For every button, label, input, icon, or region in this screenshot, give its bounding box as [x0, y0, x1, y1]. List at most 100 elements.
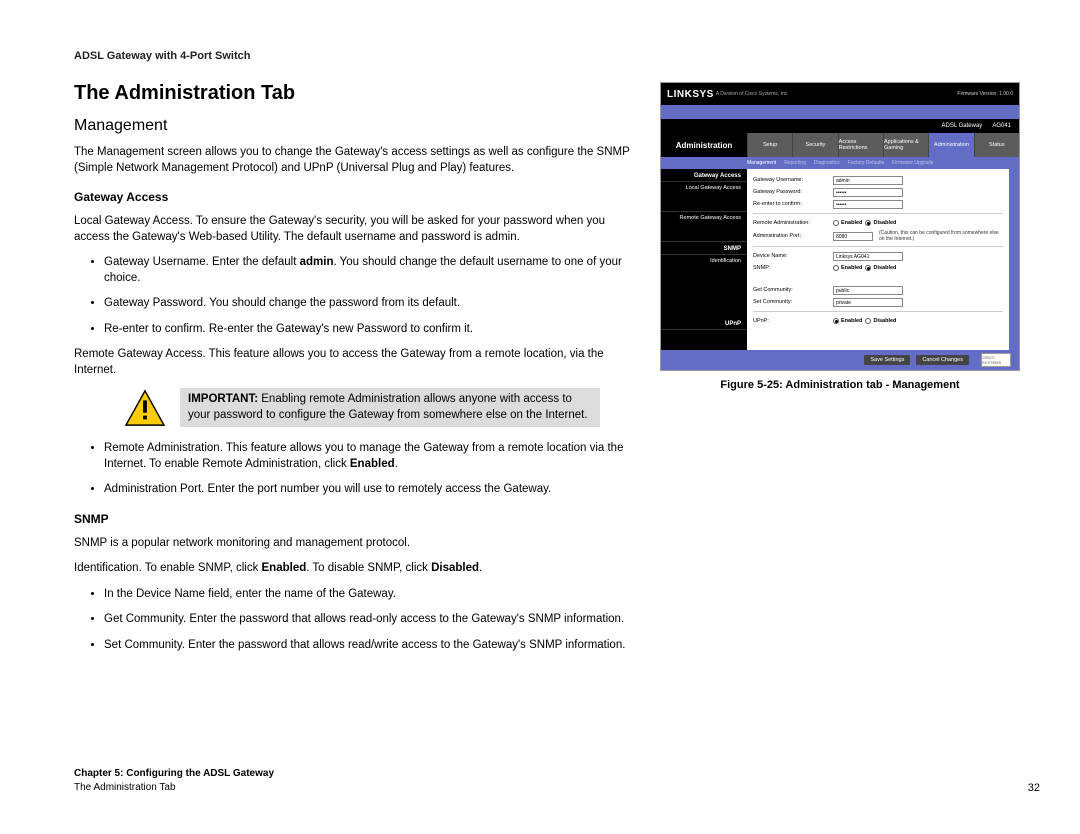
input-pass[interactable]: •••••• [833, 188, 903, 197]
ident-a: Identification. To enable SNMP, click [74, 562, 262, 574]
figure-caption: Figure 5-25: Administration tab - Manage… [660, 379, 1020, 391]
doc-header: ADSL Gateway with 4-Port Switch [74, 50, 1020, 62]
side-remote-ga: Remote Gateway Access [661, 212, 747, 224]
remote-access-text: Remote Gateway Access. This feature allo… [74, 347, 632, 378]
side-gateway-access: Gateway Access [661, 169, 747, 182]
txt-enabled2: Enabled [841, 265, 862, 271]
radio-remote-disabled[interactable] [865, 220, 871, 226]
radio-snmp-disabled[interactable] [865, 265, 871, 271]
section-management: Management [74, 117, 632, 135]
shot-tab-security[interactable]: Security [792, 133, 837, 157]
warning-icon [124, 389, 166, 427]
li-get-community: Get Community. Enter the password that a… [104, 612, 632, 628]
shot-subtab-report[interactable]: Reporting [784, 160, 806, 166]
txt-disabled: Disabled [873, 220, 896, 226]
snmp-intro: SNMP is a popular network monitoring and… [74, 536, 632, 552]
shot-topbar: LINKSYS A Division of Cisco Systems, Inc… [661, 83, 1019, 105]
page-number: 32 [1028, 782, 1040, 794]
heading-snmp: SNMP [74, 512, 632, 526]
side-upnp: UPnP [661, 317, 747, 330]
shot-subtabs: Management Reporting Diagnostics Factory… [661, 157, 1019, 169]
li-password: Gateway Password. You should change the … [104, 296, 632, 312]
side-local-ga: Local Gateway Access [661, 182, 747, 194]
save-settings-button[interactable]: Save Settings [864, 355, 910, 365]
lbl-set: Set Community: [753, 299, 833, 305]
cancel-changes-button[interactable]: Cancel Changes [916, 355, 969, 365]
shot-body: Gateway Access Local Gateway Access Remo… [661, 169, 1019, 350]
li-reenter: Re-enter to confirm. Re-enter the Gatewa… [104, 322, 632, 338]
lbl-remote: Remote Administration: [753, 220, 833, 226]
side-snmp: SNMP [661, 242, 747, 255]
mgmt-intro: The Management screen allows you to chan… [74, 145, 632, 176]
ident-enabled: Enabled [262, 562, 307, 574]
document-page: ADSL Gateway with 4-Port Switch The Admi… [0, 0, 1080, 834]
remote-note: (Caution, this can be configured from so… [879, 230, 999, 242]
li-username: Gateway Username. Enter the default admi… [104, 255, 632, 286]
radio-remote-enabled[interactable] [833, 220, 839, 226]
shot-sublogo: A Division of Cisco Systems, Inc. [716, 91, 789, 97]
shot-subtab-mgmt[interactable]: Management [747, 160, 776, 166]
page-footer: Chapter 5: Configuring the ADSL Gateway … [74, 767, 1040, 794]
remote-list: Remote Administration. This feature allo… [74, 441, 632, 498]
shot-tab-access[interactable]: Access Restrictions [838, 133, 883, 157]
main-area: The Administration Tab Management The Ma… [74, 82, 1020, 663]
heading-gateway-access: Gateway Access [74, 190, 632, 204]
li-remote-b: . [395, 458, 398, 470]
figure-column: LINKSYS A Division of Cisco Systems, Inc… [660, 82, 1020, 663]
footer-subtitle: The Administration Tab [74, 781, 274, 795]
radio-upnp-disabled[interactable] [865, 318, 871, 324]
gateway-access-list: Gateway Username. Enter the default admi… [74, 255, 632, 337]
ident-end: . [479, 562, 482, 574]
snmp-ident: Identification. To enable SNMP, click En… [74, 561, 632, 577]
radio-upnp-enabled[interactable] [833, 318, 839, 324]
radio-snmp-enabled[interactable] [833, 265, 839, 271]
important-bold: IMPORTANT: [188, 393, 258, 405]
shot-admin-label: Administration [661, 133, 747, 157]
shot-form: Gateway Username:admin Gateway Password:… [747, 169, 1009, 350]
shot-model-line: ADSL Gateway [942, 123, 983, 129]
lbl-user: Gateway Username: [753, 177, 833, 183]
li-admin-port: Administration Port. Enter the port numb… [104, 482, 632, 498]
shot-logo: LINKSYS [667, 89, 714, 100]
input-port[interactable]: 8080 [833, 232, 873, 241]
li-username-bold: admin [300, 256, 334, 268]
li-set-community: Set Community. Enter the password that a… [104, 638, 632, 654]
cisco-logo: CISCO SYSTEMS [981, 353, 1011, 367]
shot-subtab-factory[interactable]: Factory Defaults [848, 160, 884, 166]
shot-tab-admin[interactable]: Administration [928, 133, 973, 157]
ident-mid: . To disable SNMP, click [306, 562, 431, 574]
snmp-list: In the Device Name field, enter the name… [74, 587, 632, 654]
input-reenter[interactable]: •••••• [833, 200, 903, 209]
input-device[interactable]: Linksys AG041 [833, 252, 903, 261]
shot-subtab-fw[interactable]: Firmware Upgrade [892, 160, 933, 166]
shot-tab-setup[interactable]: Setup [747, 133, 792, 157]
shot-subtab-diag[interactable]: Diagnostics [814, 160, 840, 166]
lbl-device: Device Name: [753, 253, 833, 259]
screenshot-thumbnail: LINKSYS A Division of Cisco Systems, Inc… [660, 82, 1020, 371]
ident-disabled: Disabled [431, 562, 479, 574]
shot-right-strip [1009, 169, 1019, 350]
footer-chapter: Chapter 5: Configuring the ADSL Gateway [74, 767, 274, 781]
shot-sidebar: Gateway Access Local Gateway Access Remo… [661, 169, 747, 350]
shot-fw: Firmware Version: 1.00.0 [957, 91, 1013, 97]
input-user[interactable]: admin [833, 176, 903, 185]
li-remote-bold: Enabled [350, 458, 395, 470]
li-device-name: In the Device Name field, enter the name… [104, 587, 632, 603]
txt-enabled: Enabled [841, 220, 862, 226]
lbl-pass: Gateway Password: [753, 189, 833, 195]
input-set[interactable]: private [833, 298, 903, 307]
lbl-upnp: UPnP: [753, 318, 833, 324]
shot-tab-status[interactable]: Status [974, 133, 1019, 157]
side-ident: Identification [661, 255, 747, 267]
txt-disabled3: Disabled [873, 318, 896, 324]
footer-left: Chapter 5: Configuring the ADSL Gateway … [74, 767, 274, 794]
important-text: IMPORTANT: Enabling remote Administratio… [180, 388, 600, 427]
txt-disabled2: Disabled [873, 265, 896, 271]
page-title: The Administration Tab [74, 82, 632, 105]
shot-tab-apps[interactable]: Applications & Gaming [883, 133, 928, 157]
lbl-reenter: Re-enter to confirm: [753, 201, 833, 207]
important-callout: IMPORTANT: Enabling remote Administratio… [124, 388, 632, 427]
input-get[interactable]: public [833, 286, 903, 295]
text-column: The Administration Tab Management The Ma… [74, 82, 632, 663]
shot-tabs-row: Administration Setup Security Access Res… [661, 133, 1019, 157]
